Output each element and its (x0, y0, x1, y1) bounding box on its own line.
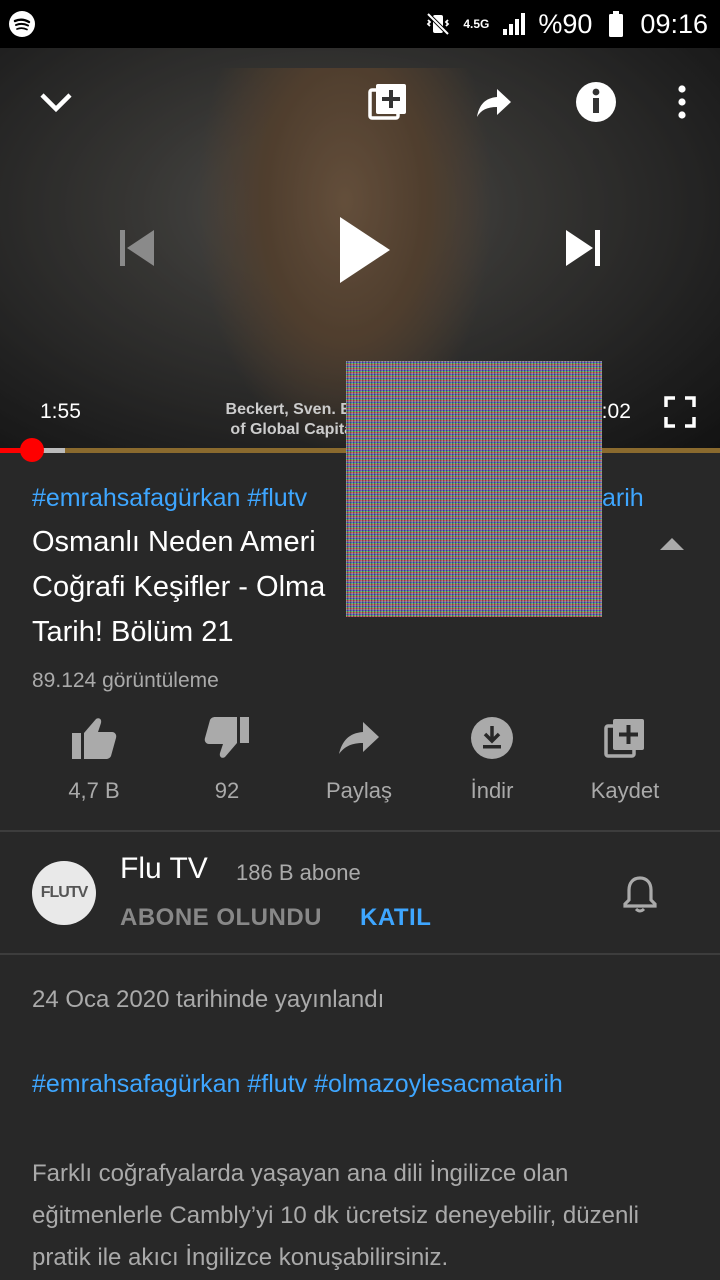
spotify-icon (8, 10, 36, 38)
minimize-chevron-icon[interactable] (34, 80, 78, 124)
subscriber-count: 186 B abone (236, 860, 361, 885)
description-hashtags[interactable]: #emrahsafagürkan #flutv #olmazoylesacmat… (32, 1070, 692, 1099)
clock: 09:16 (640, 8, 708, 39)
share-icon (333, 712, 385, 764)
add-to-playlist-icon (599, 712, 651, 764)
current-time: 1:55 (40, 400, 81, 423)
vibrate-mute-icon (424, 10, 452, 38)
previous-icon[interactable] (112, 224, 160, 272)
action-row: 4,7 B 92 Paylaş İndir Kaydet (0, 712, 720, 822)
add-to-playlist-icon[interactable] (364, 78, 412, 126)
download-button[interactable]: İndir (426, 712, 558, 804)
more-options-icon[interactable] (664, 78, 700, 126)
view-count: 89.124 görüntüleme (32, 669, 219, 692)
play-icon[interactable] (328, 210, 400, 290)
like-button[interactable]: 4,7 B (28, 712, 160, 804)
noise-overlay (346, 361, 602, 617)
join-button[interactable]: KATIL (360, 904, 431, 932)
thumbs-down-icon (201, 712, 253, 764)
signal-icon (500, 10, 528, 38)
battery-percent: %90 (538, 8, 593, 39)
notification-bell-icon[interactable] (620, 874, 660, 914)
share-button[interactable]: Paylaş (293, 712, 425, 804)
save-button[interactable]: Kaydet (559, 712, 691, 804)
info-icon[interactable] (572, 78, 620, 126)
channel-row: FLUTV Flu TV 186 B abone ABONE OLUNDU KA… (0, 832, 720, 954)
status-bar: 4.5G %90 09:16 (0, 0, 720, 48)
subscribed-button[interactable]: ABONE OLUNDU (120, 904, 322, 932)
dislike-button[interactable]: 92 (161, 712, 293, 804)
progress-scrubber[interactable] (19, 438, 44, 462)
fullscreen-icon[interactable] (660, 392, 700, 432)
thumbs-up-icon (68, 712, 120, 764)
video-description: 24 Oca 2020 tarihinde yayınlandı #emrahs… (32, 986, 692, 1279)
publish-date: 24 Oca 2020 tarihinde yayınlandı (32, 986, 385, 1013)
divider (0, 953, 720, 955)
battery-icon (602, 10, 630, 38)
download-icon (466, 712, 518, 764)
channel-name[interactable]: Flu TV (120, 852, 208, 886)
next-icon[interactable] (560, 224, 608, 272)
description-text: Farklı coğrafyalarda yaşayan ana dili İn… (32, 1160, 639, 1271)
network-type-icon: 4.5G (463, 17, 490, 31)
channel-avatar[interactable]: FLUTV (32, 861, 96, 925)
share-icon[interactable] (470, 78, 518, 126)
collapse-description-icon[interactable] (656, 528, 688, 560)
